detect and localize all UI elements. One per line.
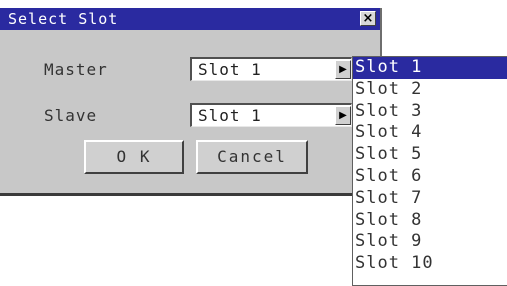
- dropdown-item[interactable]: Slot 3: [353, 101, 507, 123]
- title-bar[interactable]: Select Slot ×: [0, 8, 380, 30]
- master-dropdown-arrow-icon[interactable]: ▶: [335, 60, 351, 79]
- cancel-button[interactable]: Cancel: [196, 140, 308, 174]
- slave-dropdown-arrow-icon[interactable]: ▶: [335, 106, 351, 125]
- master-label: Master: [44, 60, 108, 79]
- slot-dropdown-list: Slot 1 Slot 2 Slot 3 Slot 4 Slot 5 Slot …: [352, 56, 507, 286]
- master-select[interactable]: Slot 1 ▶: [190, 57, 352, 81]
- dropdown-item[interactable]: Slot 1: [353, 57, 507, 79]
- dropdown-item[interactable]: Slot 2: [353, 79, 507, 101]
- dialog-title: Select Slot: [8, 10, 119, 28]
- slave-select[interactable]: Slot 1 ▶: [190, 103, 352, 127]
- close-icon[interactable]: ×: [360, 11, 376, 26]
- dropdown-item[interactable]: Slot 5: [353, 144, 507, 166]
- dropdown-item[interactable]: Slot 6: [353, 166, 507, 188]
- select-slot-dialog: Select Slot × Master Slot 1 ▶ Slave Slot…: [0, 8, 382, 196]
- slave-select-value: Slot 1: [198, 106, 262, 125]
- dropdown-item[interactable]: Slot 4: [353, 122, 507, 144]
- master-select-value: Slot 1: [198, 60, 262, 79]
- dropdown-item[interactable]: Slot 8: [353, 210, 507, 232]
- dropdown-item[interactable]: Slot 10: [353, 253, 507, 275]
- slave-label: Slave: [44, 106, 98, 125]
- dropdown-item[interactable]: Slot 9: [353, 231, 507, 253]
- ok-button[interactable]: O K: [84, 140, 184, 174]
- dropdown-item[interactable]: Slot 7: [353, 188, 507, 210]
